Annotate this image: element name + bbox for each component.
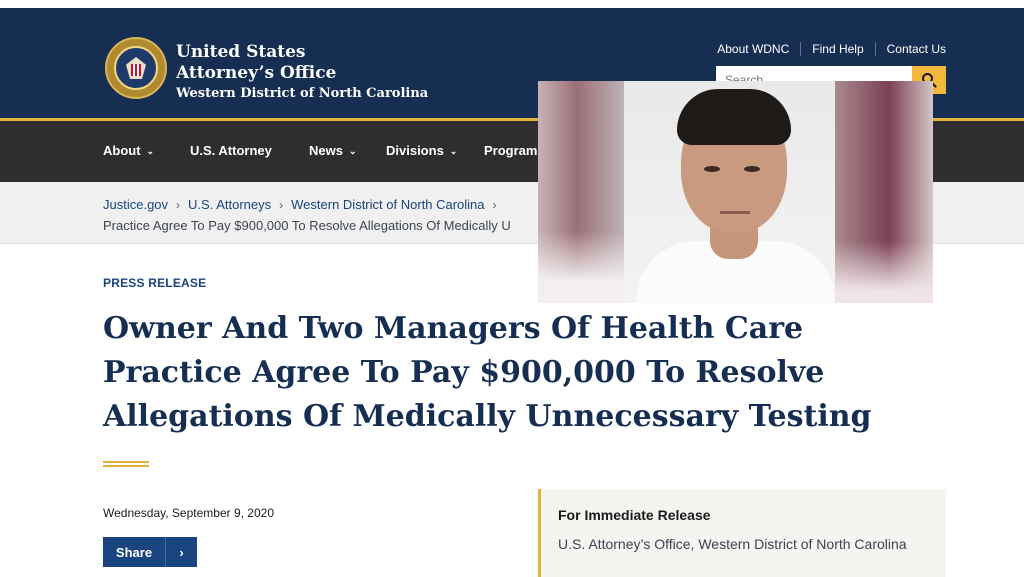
utility-divider xyxy=(800,42,802,56)
mugshot-photo xyxy=(538,81,933,303)
breadcrumb-link-wdnc[interactable]: Western District of North Carolina xyxy=(291,197,484,212)
chevron-right-icon: › xyxy=(492,197,497,212)
release-title: For Immediate Release xyxy=(558,507,711,523)
share-label: Share xyxy=(115,544,153,560)
seal-inner xyxy=(114,46,158,90)
photo-hair xyxy=(677,89,791,145)
chevron-right-icon: › xyxy=(165,537,197,567)
release-source: U.S. Attorney’s Office, Western District… xyxy=(558,536,907,552)
nav-item-us-attorney[interactable]: U.S. Attorney xyxy=(190,143,272,158)
chevron-down-icon: ⌄ xyxy=(348,146,357,156)
shield-icon xyxy=(131,64,141,76)
breadcrumb-links: Justice.gov › U.S. Attorneys › Western D… xyxy=(103,197,505,212)
utility-links: About WDNC Find Help Contact Us xyxy=(717,42,946,56)
nav-label: U.S. Attorney xyxy=(190,143,272,158)
breadcrumb-link-us-attorneys[interactable]: U.S. Attorneys xyxy=(188,197,271,212)
agency-line-2: Attorney’s Office xyxy=(176,63,337,83)
agency-name[interactable]: United States Attorney’s Office Western … xyxy=(176,42,428,103)
title-divider xyxy=(103,461,149,467)
nav-item-programs[interactable]: Program xyxy=(484,143,537,158)
release-info-box: For Immediate Release U.S. Attorney’s Of… xyxy=(538,489,946,577)
breadcrumb-current: Practice Agree To Pay $900,000 To Resolv… xyxy=(103,218,511,233)
agency-line-1: United States xyxy=(176,42,306,62)
photo-blur-left-shirt xyxy=(538,231,624,303)
photo-eye xyxy=(744,166,760,172)
doj-seal-logo[interactable] xyxy=(105,37,167,99)
breadcrumb-link-justice[interactable]: Justice.gov xyxy=(103,197,168,212)
chevron-right-icon: › xyxy=(176,197,181,212)
nav-label: Divisions xyxy=(386,143,444,158)
nav-label: Program xyxy=(484,143,538,158)
chevron-down-icon: ⌄ xyxy=(146,146,155,156)
photo-eye xyxy=(704,166,720,172)
link-contact-us[interactable]: Contact Us xyxy=(887,42,946,56)
nav-label: About xyxy=(103,143,141,158)
agency-line-3: Western District of North Carolina xyxy=(176,86,429,101)
release-date: Wednesday, September 9, 2020 xyxy=(103,506,274,520)
nav-item-news[interactable]: News ⌄ xyxy=(309,143,357,158)
photo-mouth xyxy=(720,211,750,214)
chevron-right-icon: › xyxy=(279,197,284,212)
top-strip xyxy=(0,0,1024,8)
share-button[interactable]: Share › xyxy=(103,537,197,567)
chevron-down-icon: ⌄ xyxy=(449,146,458,156)
nav-item-about[interactable]: About ⌄ xyxy=(103,143,154,158)
page-title: Owner And Two Managers Of Health Care Pr… xyxy=(103,311,872,434)
press-release-label: PRESS RELEASE xyxy=(103,276,207,290)
nav-label: News xyxy=(309,143,343,158)
utility-divider xyxy=(874,42,876,56)
link-about-wdnc[interactable]: About WDNC xyxy=(717,42,789,56)
photo-blur-right-shirt xyxy=(835,241,933,303)
nav-item-divisions[interactable]: Divisions ⌄ xyxy=(386,143,457,158)
link-find-help[interactable]: Find Help xyxy=(812,42,863,56)
